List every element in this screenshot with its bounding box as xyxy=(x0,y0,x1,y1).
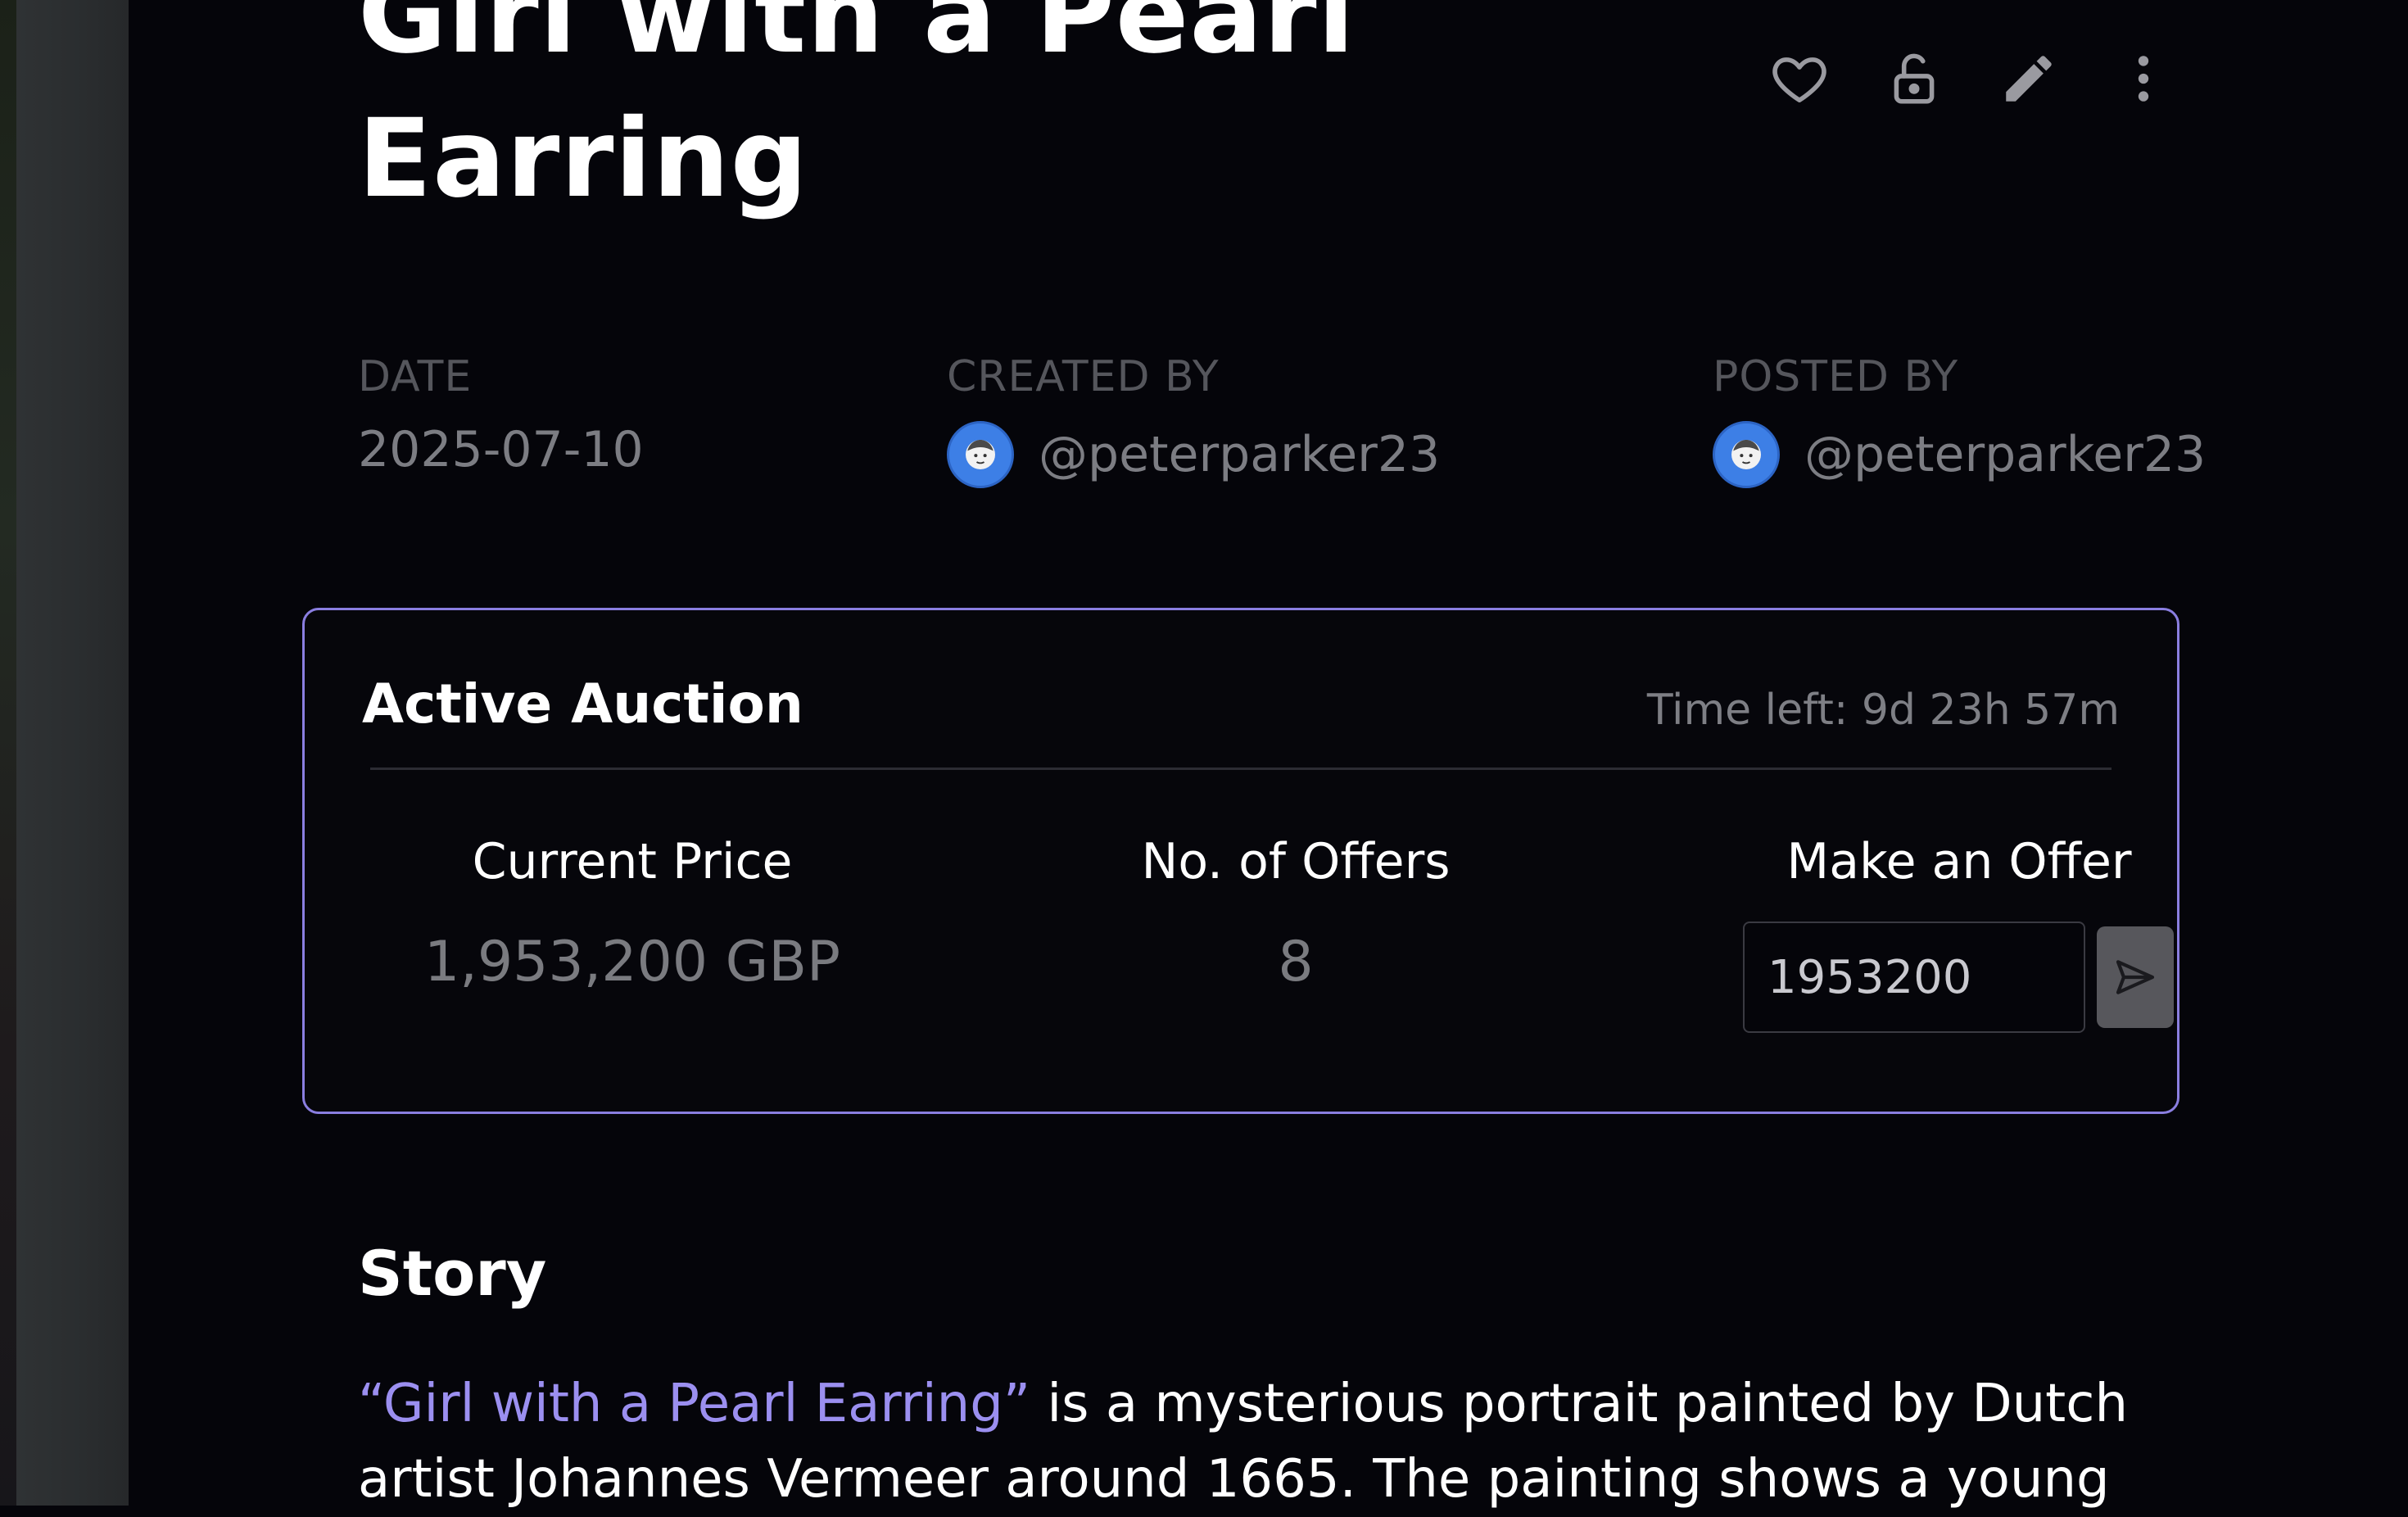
poster-username: @peterparker23 xyxy=(1804,426,2207,483)
current-price-value: 1,953,200 GBP xyxy=(423,930,841,994)
artwork-detail: Girl with a Pearl Earring DATE 2025-07-1… xyxy=(129,0,2408,1510)
created-by-label: CREATED BY xyxy=(947,352,1220,401)
make-offer-section: Make an Offer xyxy=(1738,833,2180,890)
created-by-section: CREATED BY @peterparker23 xyxy=(947,352,1440,488)
side-panel xyxy=(16,0,129,1506)
user-avatar-icon xyxy=(1731,440,1761,469)
date-section: DATE 2025-07-10 xyxy=(358,352,644,478)
creator-username: @peterparker23 xyxy=(1039,426,1441,483)
artwork-title: Girl with a Pearl Earring xyxy=(358,0,1356,222)
story-title-link[interactable]: “Girl with a Pearl Earring” xyxy=(358,1374,1030,1434)
story-heading: Story xyxy=(358,1237,547,1310)
date-value: 2025-07-10 xyxy=(358,421,644,478)
avatar xyxy=(1713,421,1780,488)
edit-button[interactable] xyxy=(1996,41,2062,116)
background-strip xyxy=(0,0,16,1506)
send-icon xyxy=(2116,960,2155,994)
date-label: DATE xyxy=(358,352,473,401)
favorite-button[interactable] xyxy=(1767,41,1832,116)
avatar xyxy=(947,421,1014,488)
offer-amount-input[interactable] xyxy=(1743,922,2085,1033)
more-vertical-icon xyxy=(2138,56,2149,102)
current-price-section: Current Price 1,953,200 GBP xyxy=(419,833,845,994)
offers-section: No. of Offers 8 xyxy=(1124,833,1468,994)
pencil-icon xyxy=(2006,56,2052,102)
heart-icon xyxy=(1772,57,1826,102)
time-left: Time left: 9d 23h 57m xyxy=(1646,686,2120,735)
offers-count: 8 xyxy=(1278,930,1314,994)
user-avatar-icon xyxy=(966,440,995,469)
divider xyxy=(370,768,2112,770)
auction-panel: Active Auction Time left: 9d 23h 57m Cur… xyxy=(302,608,2179,1114)
auction-title: Active Auction xyxy=(362,672,803,736)
story-text: “Girl with a Pearl Earring” is a mysteri… xyxy=(358,1366,2242,1517)
offers-label: No. of Offers xyxy=(1141,833,1451,890)
current-price-label: Current Price xyxy=(472,833,793,890)
lock-button[interactable] xyxy=(1881,41,1947,116)
action-bar xyxy=(1767,41,2176,116)
make-offer-label: Make an Offer xyxy=(1786,833,2132,890)
unlock-icon xyxy=(1894,53,1935,104)
submit-offer-button[interactable] xyxy=(2097,926,2174,1028)
posted-by-section: POSTED BY @peterparker23 xyxy=(1713,352,2206,488)
creator-link[interactable]: @peterparker23 xyxy=(947,421,1440,488)
posted-by-label: POSTED BY xyxy=(1713,352,1959,401)
more-button[interactable] xyxy=(2111,41,2176,116)
poster-link[interactable]: @peterparker23 xyxy=(1713,421,2206,488)
